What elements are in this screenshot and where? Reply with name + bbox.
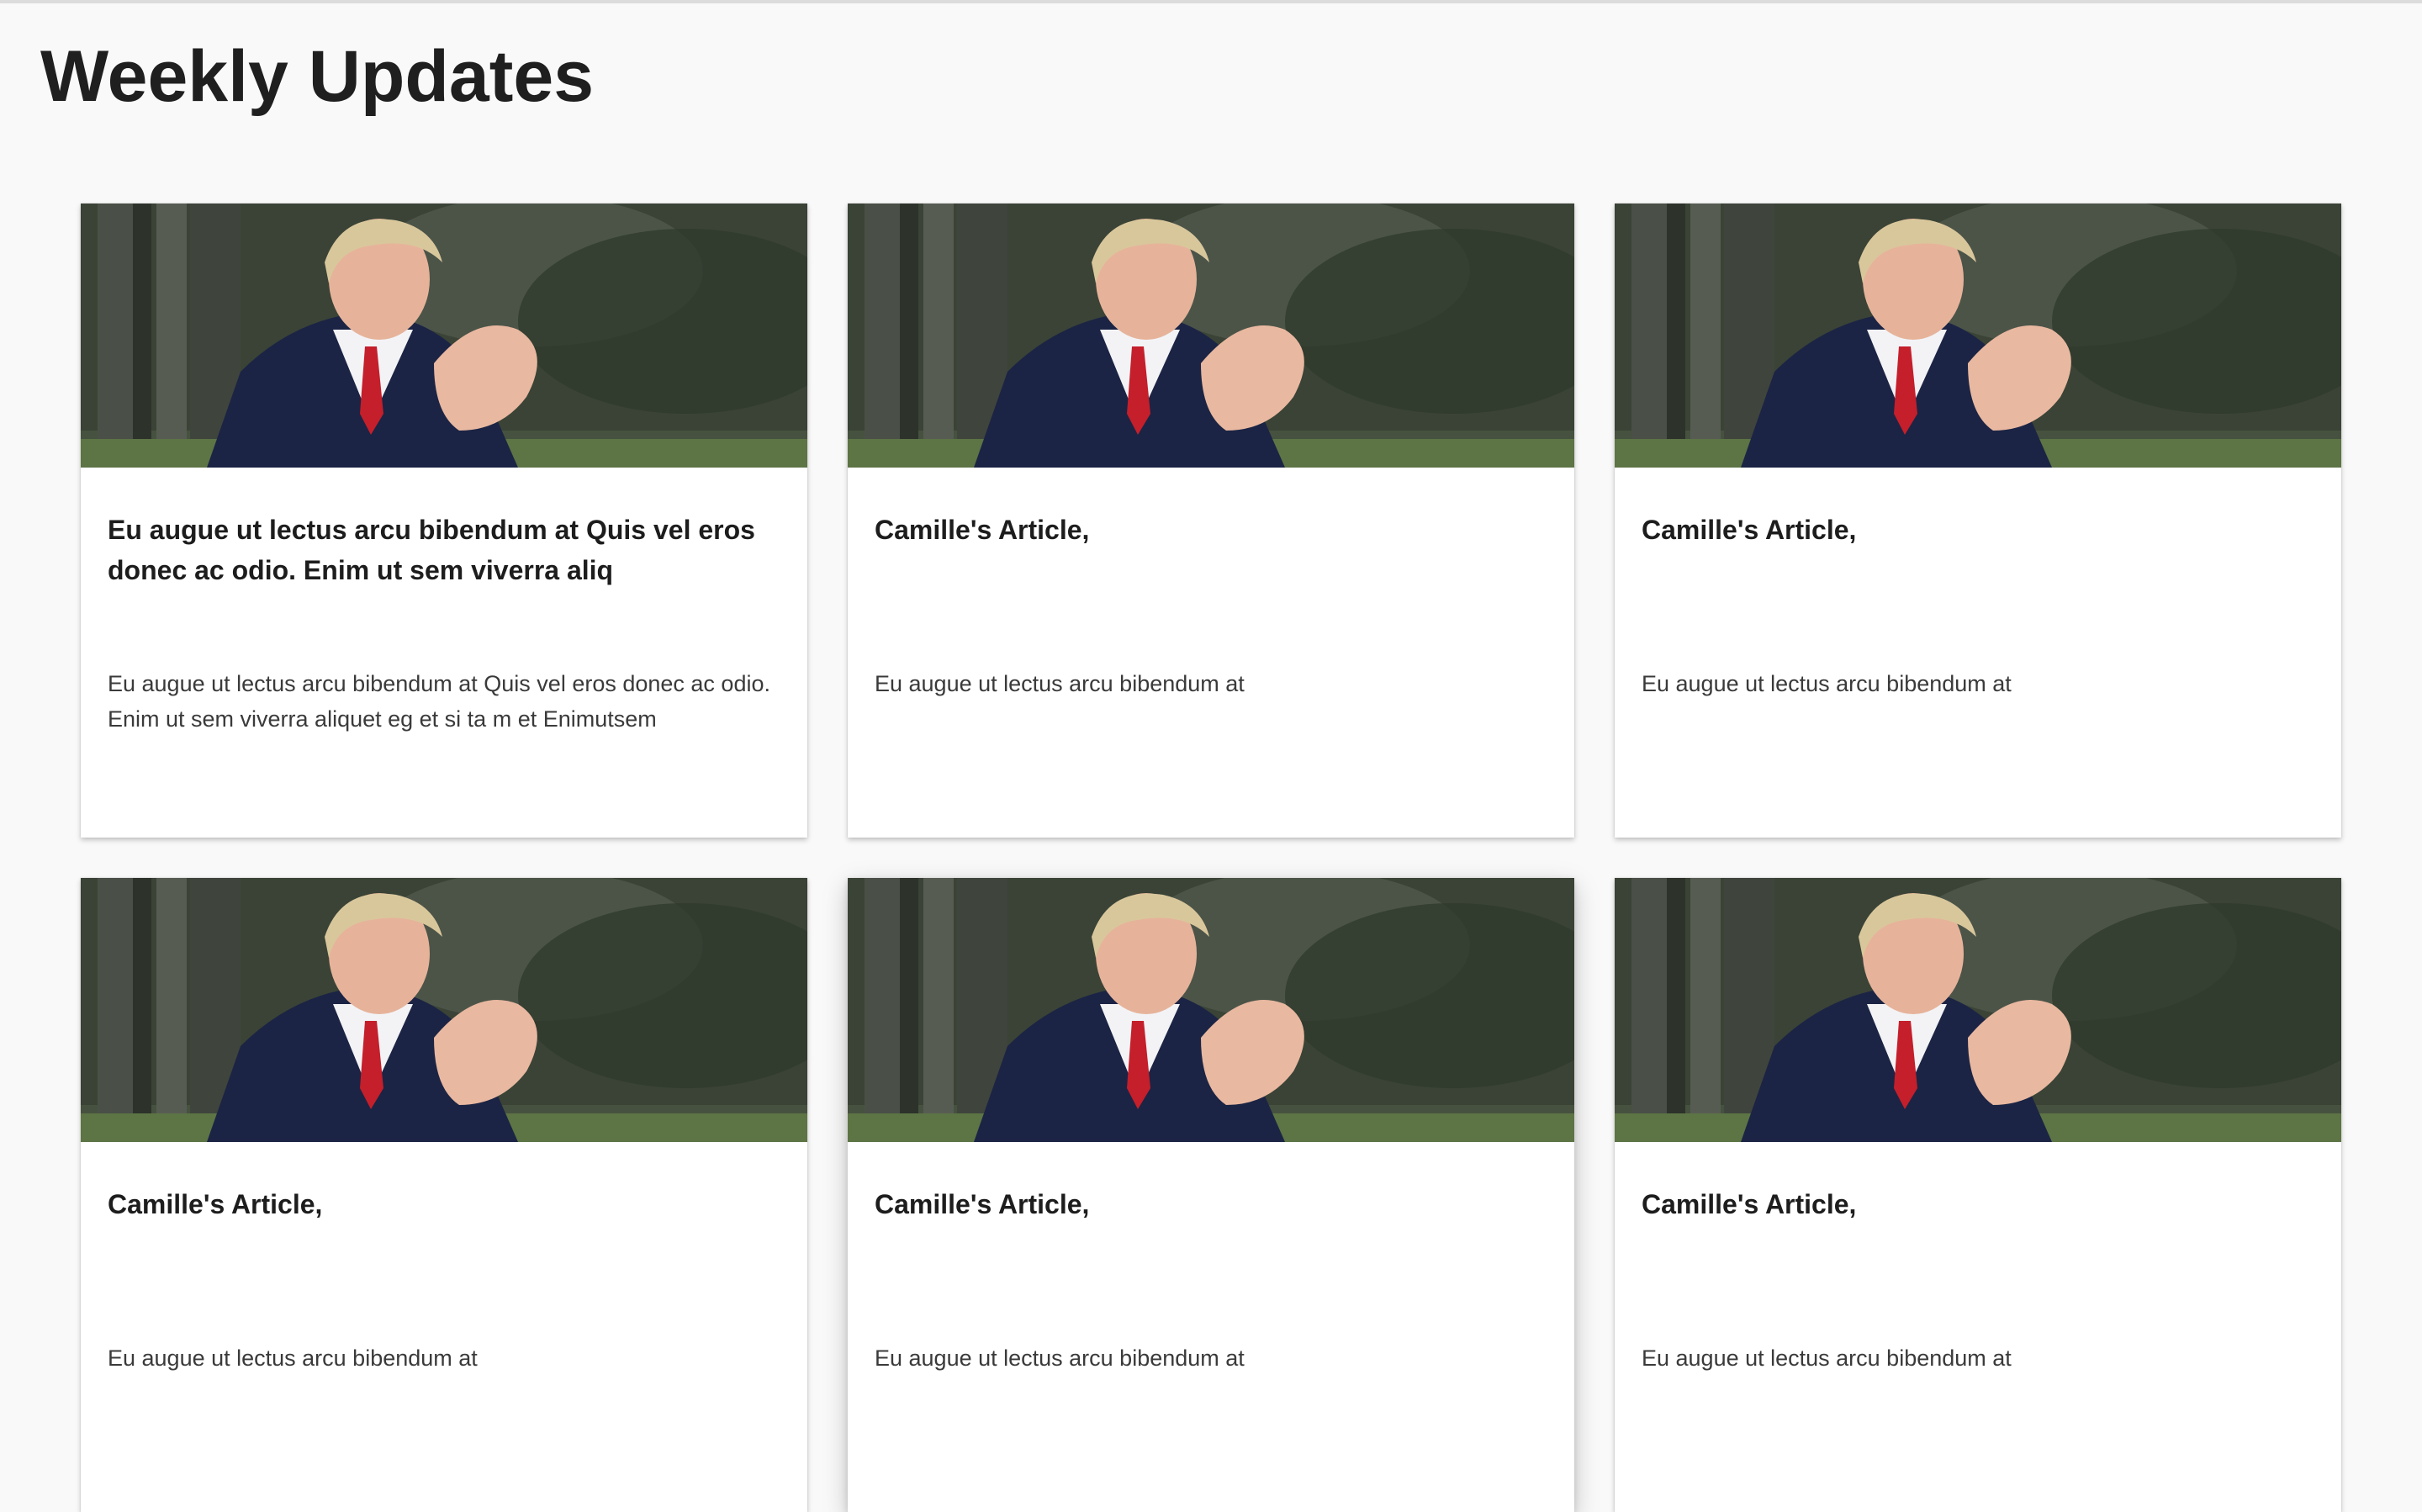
article-card[interactable]: Camille's Article, Eu augue ut lectus ar…: [81, 878, 807, 1512]
article-summary: Eu augue ut lectus arcu bibendum at Quis…: [108, 671, 770, 732]
article-card[interactable]: Camille's Article, Eu augue ut lectus ar…: [1615, 204, 2341, 838]
article-title: Camille's Article,: [108, 1189, 323, 1219]
article-image: [1615, 204, 2341, 468]
article-summary: Eu augue ut lectus arcu bibendum at: [1642, 1345, 2012, 1371]
article-image: [81, 878, 807, 1142]
article-content: Eu augue ut lectus arcu bibendum at Quis…: [81, 468, 807, 838]
top-divider: [0, 0, 2422, 3]
article-card[interactable]: Camille's Article, Eu augue ut lectus ar…: [848, 878, 1574, 1512]
page-title: Weekly Updates: [40, 36, 595, 117]
article-content: Camille's Article, Eu augue ut lectus ar…: [848, 468, 1574, 838]
article-image: [848, 878, 1574, 1142]
article-card[interactable]: Camille's Article, Eu augue ut lectus ar…: [1615, 878, 2341, 1512]
article-title: Camille's Article,: [1642, 1189, 1857, 1219]
article-summary: Eu augue ut lectus arcu bibendum at: [1642, 671, 2012, 696]
article-content: Camille's Article, Eu augue ut lectus ar…: [848, 1142, 1574, 1512]
article-content: Camille's Article, Eu augue ut lectus ar…: [1615, 468, 2341, 838]
article-grid: Eu augue ut lectus arcu bibendum at Quis…: [81, 204, 2341, 1512]
article-image: [1615, 878, 2341, 1142]
article-title: Eu augue ut lectus arcu bibendum at Quis…: [108, 515, 755, 585]
article-image: [848, 204, 1574, 468]
article-title: Camille's Article,: [875, 1189, 1090, 1219]
article-title: Camille's Article,: [875, 515, 1090, 545]
article-image: [81, 204, 807, 468]
article-card[interactable]: Camille's Article, Eu augue ut lectus ar…: [848, 204, 1574, 838]
article-content: Camille's Article, Eu augue ut lectus ar…: [1615, 1142, 2341, 1512]
article-title: Camille's Article,: [1642, 515, 1857, 545]
article-summary: Eu augue ut lectus arcu bibendum at: [875, 1345, 1245, 1371]
article-card[interactable]: Eu augue ut lectus arcu bibendum at Quis…: [81, 204, 807, 838]
article-content: Camille's Article, Eu augue ut lectus ar…: [81, 1142, 807, 1512]
article-summary: Eu augue ut lectus arcu bibendum at: [108, 1345, 478, 1371]
article-summary: Eu augue ut lectus arcu bibendum at: [875, 671, 1245, 696]
